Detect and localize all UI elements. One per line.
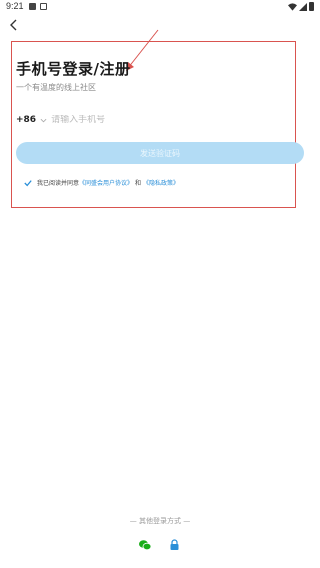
status-bar: 9:21	[0, 0, 320, 14]
chevron-left-icon	[10, 19, 17, 31]
back-button[interactable]	[6, 18, 20, 32]
privacy-policy-link[interactable]: 《隐私政策》	[143, 178, 179, 187]
agreement-row: 我已阅读并同意 《同盛会用户协议》 和 《隐私政策》	[24, 178, 179, 187]
wechat-icon[interactable]	[138, 538, 152, 552]
wifi-icon	[288, 2, 297, 11]
other-login-methods	[0, 538, 320, 554]
checkbox-check-icon[interactable]	[24, 179, 32, 187]
page-subtitle: 一个有温度的线上社区	[16, 83, 96, 92]
lock-icon[interactable]	[169, 539, 180, 551]
phone-number-input[interactable]	[51, 115, 252, 125]
chevron-down-icon[interactable]	[40, 118, 47, 123]
country-code-selector[interactable]: +86	[16, 115, 36, 125]
battery-icon	[309, 2, 314, 11]
user-agreement-link[interactable]: 《同盛会用户协议》	[79, 178, 133, 187]
send-code-button[interactable]: 发送验证码	[16, 142, 304, 164]
agreement-conjunction: 和	[135, 180, 142, 187]
status-time: 9:21	[6, 1, 24, 11]
agreement-prefix: 我已阅读并同意	[37, 180, 80, 187]
image-notification-icon	[29, 3, 36, 10]
page-title: 手机号登录/注册	[16, 60, 131, 78]
status-icons	[288, 2, 314, 11]
other-login-label: — 其他登录方式 —	[129, 517, 191, 525]
message-notification-icon	[40, 3, 47, 10]
signal-icon	[299, 2, 307, 11]
phone-input-row: +86	[16, 113, 288, 127]
